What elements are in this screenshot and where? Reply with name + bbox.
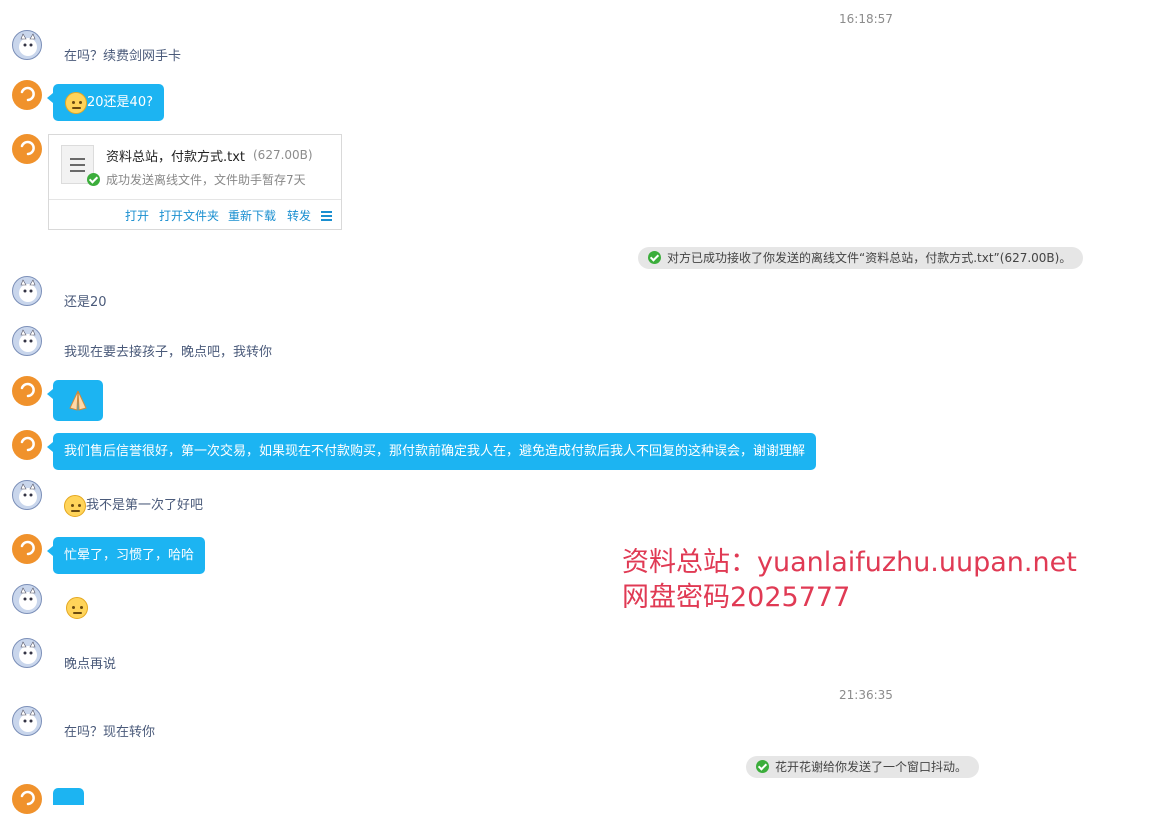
message-text: 还是20: [64, 295, 107, 310]
success-check-icon: [87, 173, 100, 186]
timestamp: 16:18:57: [839, 12, 893, 26]
watermark-line: 网盘密码2025777: [622, 582, 851, 613]
file-status: 成功发送离线文件，文件助手暂存7天: [106, 173, 306, 187]
sweat-smile-emoji-icon: [66, 597, 88, 619]
user-avatar-icon: [20, 140, 35, 156]
contact-avatar[interactable]: [12, 480, 42, 510]
cat-avatar-icon: [19, 641, 37, 664]
contact-avatar[interactable]: [12, 276, 42, 306]
forward-link[interactable]: 转发: [287, 207, 311, 224]
my-avatar[interactable]: [12, 534, 42, 564]
message-text: 晚点再说: [64, 657, 117, 672]
user-avatar-icon: [20, 86, 35, 102]
message-line: [66, 597, 88, 619]
success-check-icon: [756, 760, 769, 773]
contact-avatar[interactable]: [12, 584, 42, 614]
notice-text: 花开花谢给你发送了一个窗口抖动。: [775, 760, 968, 774]
thinking-emoji-icon: [65, 91, 87, 114]
cat-avatar-icon: [19, 279, 37, 302]
my-avatar[interactable]: [12, 80, 42, 110]
more-menu-icon[interactable]: [321, 211, 332, 221]
open-file-link[interactable]: 打开: [125, 207, 149, 224]
cat-avatar-icon: [19, 483, 37, 506]
message-bubble: 我们售后信誉很好，第一次交易，如果现在不付款购买，那付款前确定我人在，避免造成付…: [46, 433, 817, 470]
divider: [49, 199, 341, 200]
redownload-link[interactable]: 重新下载: [228, 207, 276, 224]
message-bubble: 忙晕了，习惯了，哈哈: [46, 537, 206, 574]
message-bubble: [53, 788, 84, 805]
my-avatar[interactable]: [12, 376, 42, 406]
contact-avatar[interactable]: [12, 706, 42, 736]
message-text: 在吗？续费剑网手卡: [64, 49, 182, 64]
contact-avatar[interactable]: [12, 30, 42, 60]
file-size: (627.00B): [253, 148, 313, 162]
message-line: 我不是第一次了好吧: [64, 494, 203, 517]
timestamp: 21:36:35: [839, 688, 893, 702]
skeptical-emoji-icon: [64, 494, 86, 517]
praying-hands-icon: [69, 390, 87, 411]
my-avatar[interactable]: [12, 430, 42, 460]
cat-avatar-icon: [19, 33, 37, 56]
message-text: 20还是40?: [87, 95, 153, 110]
message-bubble: [47, 380, 103, 421]
watermark-line: 资料总站：yuanlaifuzhu.uupan.net: [622, 547, 1077, 578]
message-text: 我不是第一次了好吧: [86, 498, 204, 513]
message-text: 在吗？现在转你: [64, 725, 156, 740]
open-folder-link[interactable]: 打开文件夹: [159, 207, 219, 224]
user-avatar-icon: [20, 382, 35, 398]
my-avatar[interactable]: [12, 134, 42, 164]
user-avatar-icon: [20, 790, 35, 806]
user-avatar-icon: [20, 436, 35, 452]
notice-text: 对方已成功接收了你发送的离线文件“资料总站，付款方式.txt”(627.00B)…: [667, 251, 1072, 265]
contact-avatar[interactable]: [12, 326, 42, 356]
file-name: 资料总站，付款方式.txt: [106, 150, 246, 165]
file-card[interactable]: 资料总站，付款方式.txt (627.00B) 成功发送离线文件，文件助手暂存7…: [48, 134, 342, 230]
user-avatar-icon: [20, 540, 35, 556]
system-notice: 花开花谢给你发送了一个窗口抖动。: [746, 756, 980, 778]
cat-avatar-icon: [19, 329, 37, 352]
cat-avatar-icon: [19, 709, 37, 732]
my-avatar[interactable]: [12, 784, 42, 814]
cat-avatar-icon: [19, 587, 37, 610]
message-text: 我现在要去接孩子，晚点吧，我转你: [64, 345, 273, 360]
success-check-icon: [648, 251, 661, 264]
system-notice: 对方已成功接收了你发送的离线文件“资料总站，付款方式.txt”(627.00B)…: [638, 247, 1084, 269]
message-bubble: 20还是40?: [47, 84, 164, 121]
contact-avatar[interactable]: [12, 638, 42, 668]
